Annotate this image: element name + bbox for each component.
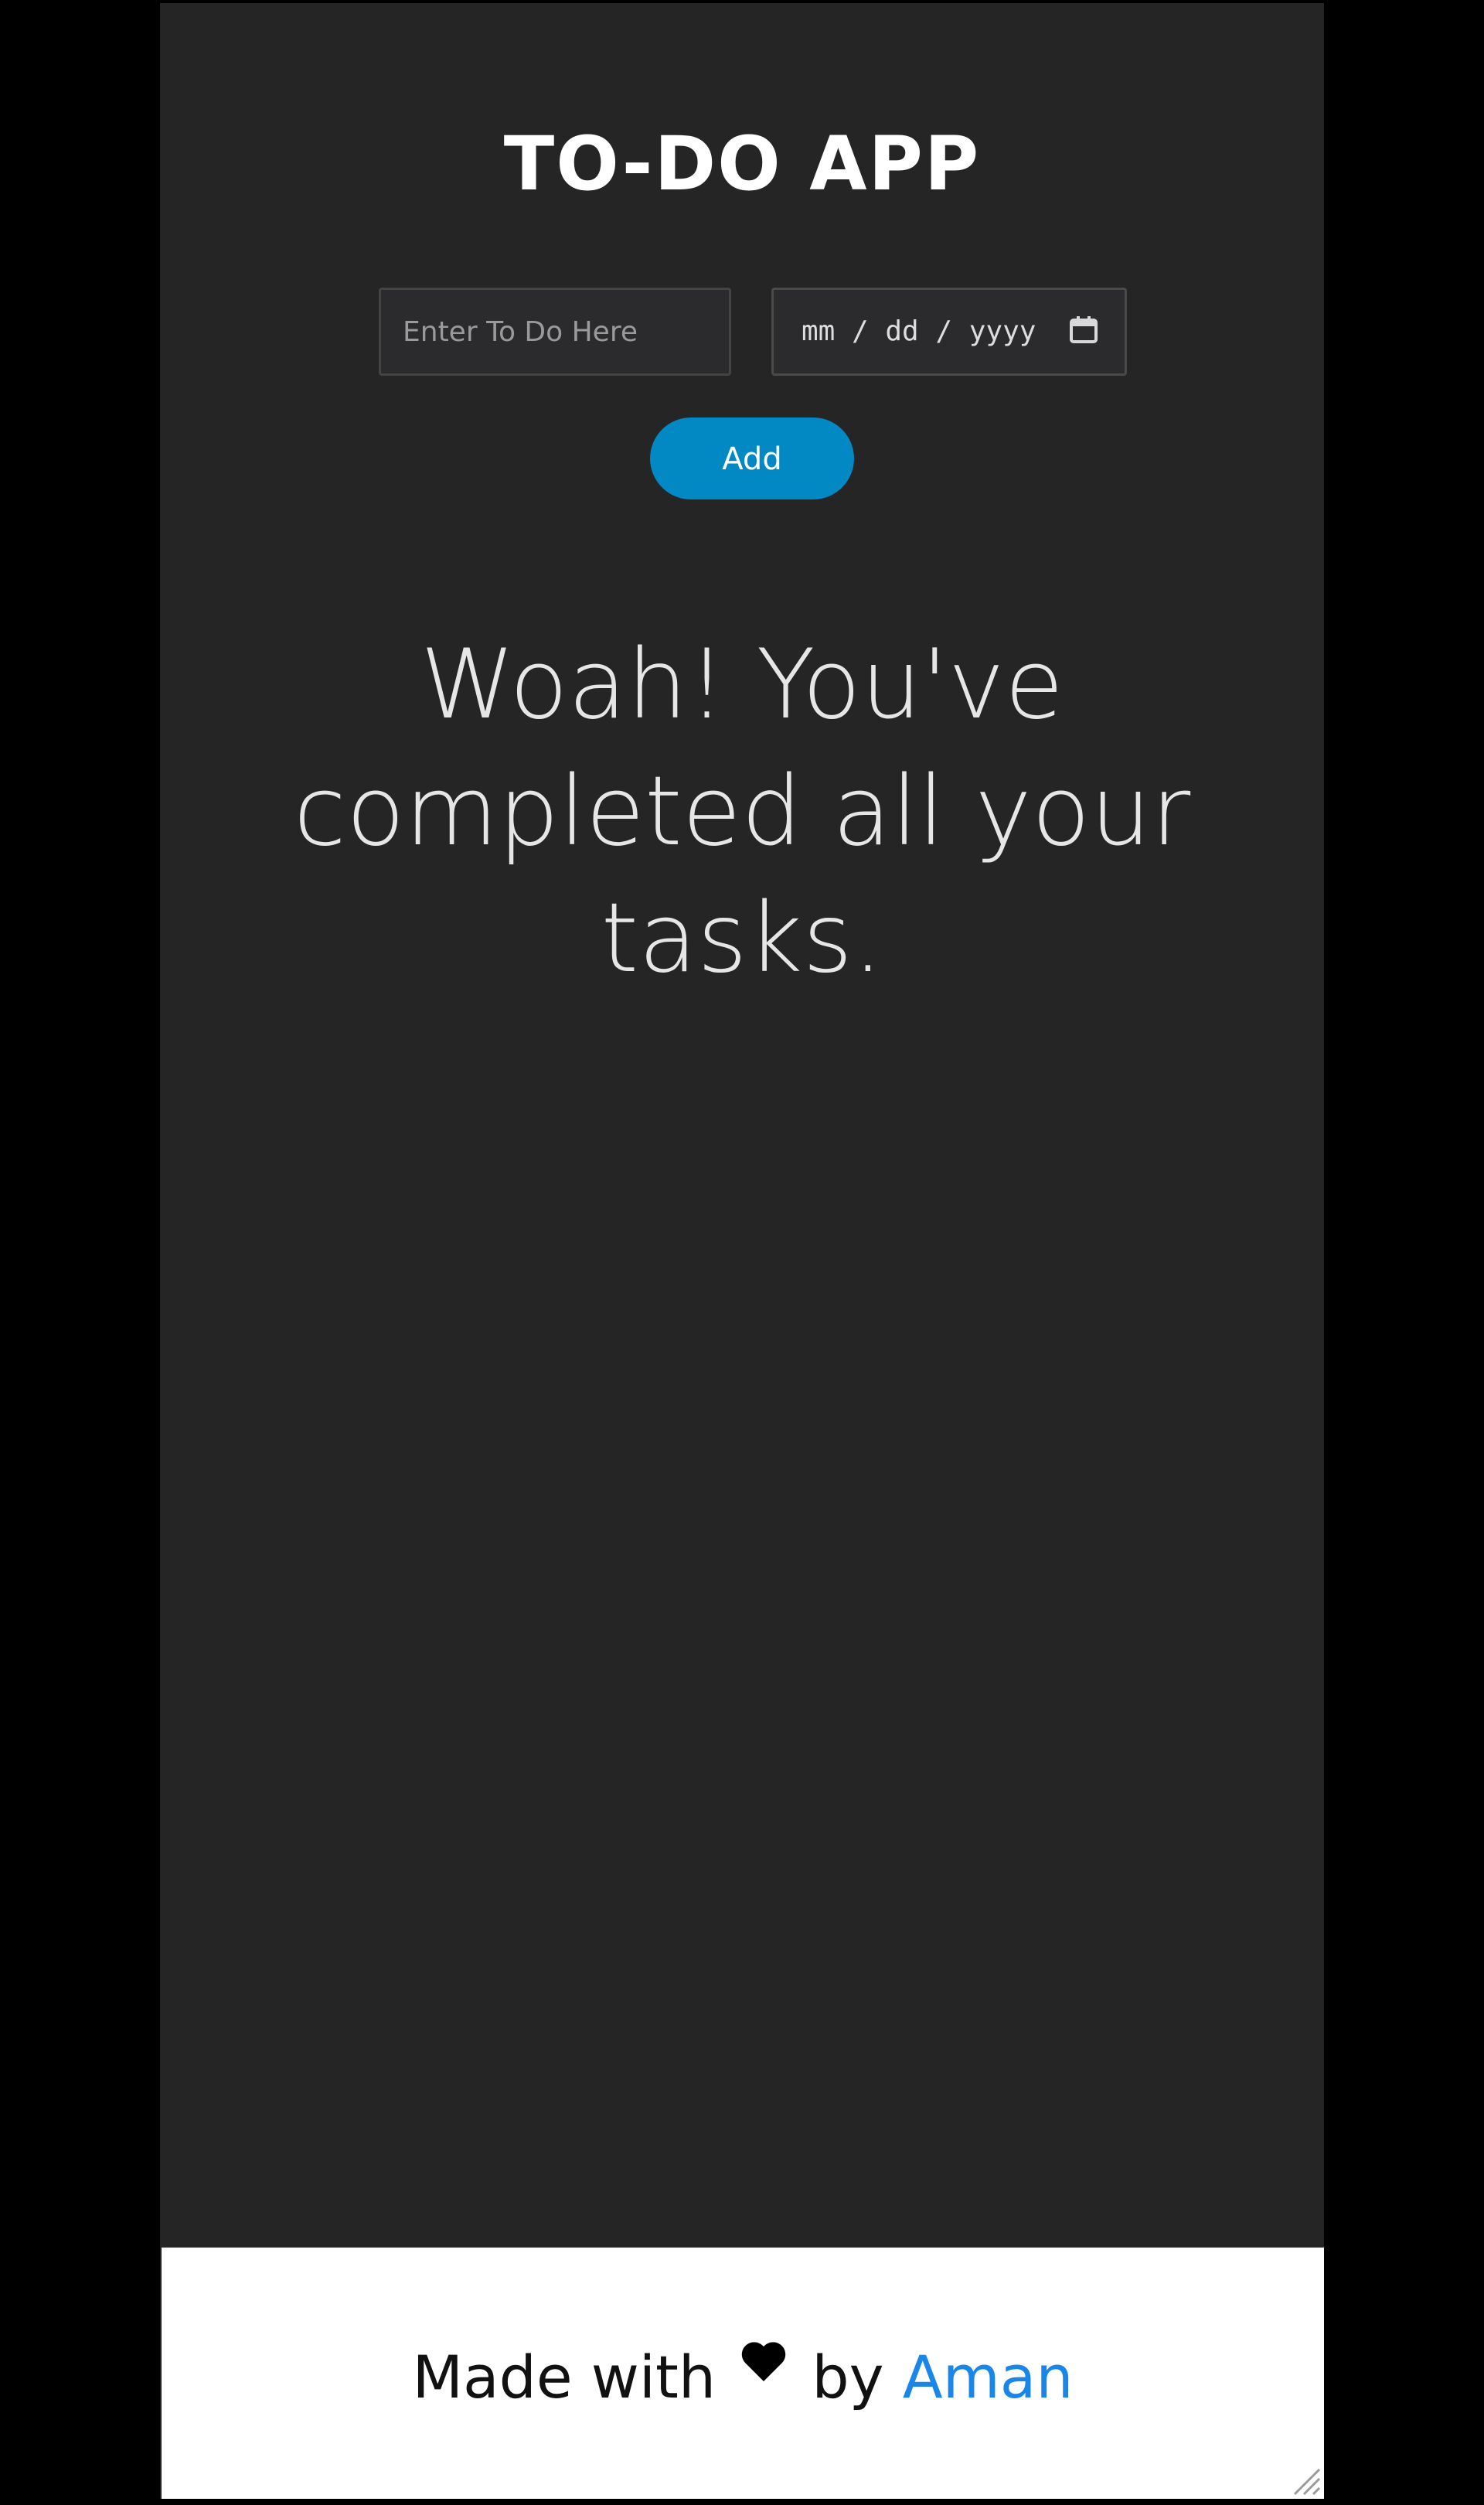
footer: Made with by Aman [162, 2248, 1324, 2499]
author-link[interactable]: Aman [903, 2343, 1074, 2411]
resize-grip-icon[interactable] [1290, 2465, 1321, 2496]
calendar-icon[interactable] [1069, 316, 1098, 344]
todo-input[interactable] [379, 288, 731, 376]
main-content: TO-DO APP mm / dd / yyyy Add Woah! You'v… [160, 3, 1324, 2245]
date-input[interactable]: mm / dd / yyyy [771, 288, 1127, 376]
date-placeholder: mm / dd / yyyy [802, 315, 1036, 347]
footer-credit: Made with by Aman [162, 2339, 1324, 2412]
footer-prefix: Made with [412, 2343, 716, 2411]
app-title: TO-DO APP [503, 121, 981, 207]
app-container: TO-DO APP mm / dd / yyyy Add Woah! You'v… [160, 3, 1324, 2499]
heart-icon [742, 2342, 786, 2381]
add-button[interactable]: Add [650, 418, 854, 499]
footer-by: by [812, 2343, 884, 2411]
empty-state-message: Woah! You've completed all your tasks. [293, 629, 1191, 994]
